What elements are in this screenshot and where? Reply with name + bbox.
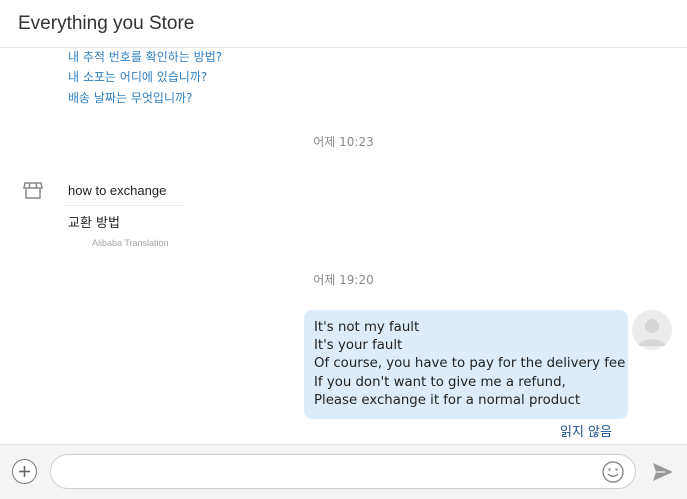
- user-avatar-icon[interactable]: [632, 310, 672, 350]
- translation-source-label: Alibaba Translation: [92, 238, 169, 248]
- message-input[interactable]: [50, 454, 636, 489]
- read-status: 읽지 않음: [560, 425, 612, 440]
- message-line: It's not my fault: [314, 320, 420, 335]
- message-line: It's your fault: [314, 338, 403, 354]
- incoming-message-translation: 교환 방법: [68, 216, 120, 231]
- outgoing-message-bubble: It's not my fault It's your fault Of cou…: [304, 310, 628, 419]
- timestamp-separator: 어제 10:23: [313, 135, 374, 149]
- message-line: Please exchange it for a normal product: [314, 392, 581, 408]
- message-line: If you don't want to give me a refund,: [314, 374, 566, 390]
- store-title: Everything you Store: [18, 13, 195, 34]
- chat-header: Everything you Store: [0, 0, 687, 48]
- message-composer: [0, 444, 687, 499]
- plus-icon[interactable]: [12, 459, 37, 484]
- incoming-message-text: how to exchange: [68, 183, 167, 198]
- faq-link-tracking[interactable]: 내 추적 번호를 확인하는 방법?: [68, 48, 222, 65]
- message-divider: [64, 205, 184, 206]
- faq-link-delivery-date[interactable]: 배송 날짜는 무엇입니까?: [68, 89, 192, 106]
- timestamp-separator: 어제 19:20: [313, 273, 374, 287]
- message-line: Of course, you have to pay for the deliv…: [314, 356, 626, 372]
- send-icon[interactable]: [651, 461, 675, 483]
- faq-link-parcel-location[interactable]: 내 소포는 어디에 있습니까?: [68, 68, 207, 85]
- smiley-icon[interactable]: [601, 460, 625, 484]
- chat-history[interactable]: 내 추적 번호를 확인하는 방법? 내 소포는 어디에 있습니까? 배송 날짜는…: [0, 48, 687, 444]
- store-icon: [22, 181, 44, 201]
